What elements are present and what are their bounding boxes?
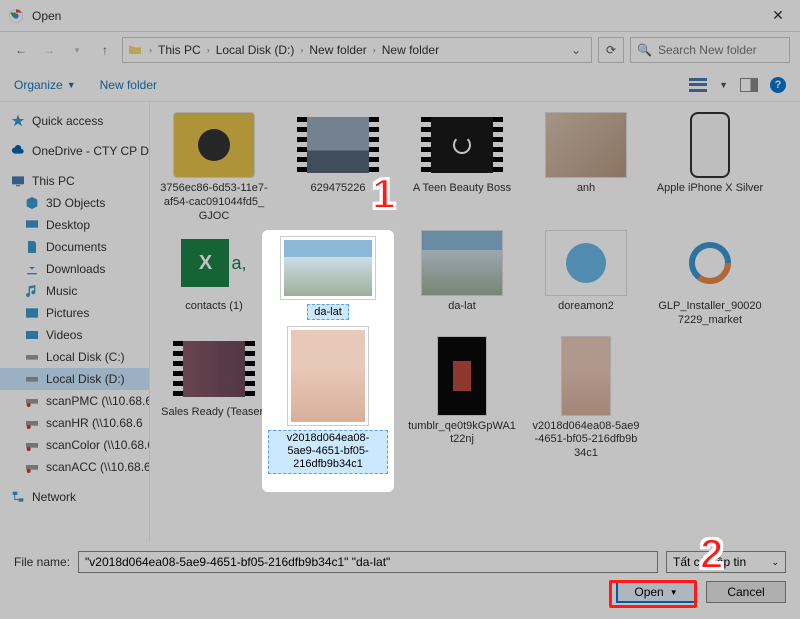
refresh-button[interactable]: ⟳: [598, 37, 624, 63]
file-item[interactable]: v2018d064ea08-5ae9-4651-bf05-216dfb9b34c…: [532, 336, 640, 460]
open-button[interactable]: Open ▼: [616, 581, 696, 603]
sidebar-scanacc[interactable]: scanACC (\\10.68.6: [0, 456, 149, 478]
file-item[interactable]: GLP_Installer_900207229_market: [656, 230, 764, 328]
window-title: Open: [32, 9, 756, 23]
cloud-icon: [10, 143, 26, 159]
star-icon: [10, 113, 26, 129]
netdrive-icon: [24, 415, 40, 431]
sidebar-desktop[interactable]: Desktop: [0, 214, 149, 236]
sidebar-music[interactable]: Music: [0, 280, 149, 302]
sidebar-disk-c[interactable]: Local Disk (C:): [0, 346, 149, 368]
file-item[interactable]: Apple iPhone X Silver: [656, 112, 764, 222]
videos-icon: [24, 327, 40, 343]
netdrive-icon: [24, 459, 40, 475]
breadcrumb-item[interactable]: This PC: [154, 43, 205, 57]
desktop-icon: [24, 217, 40, 233]
callout-2: 2: [700, 530, 723, 578]
callout-1: 1: [372, 170, 395, 218]
breadcrumb-item[interactable]: New folder: [305, 43, 370, 57]
cube-icon: [24, 195, 40, 211]
breadcrumb-item[interactable]: Local Disk (D:): [212, 43, 299, 57]
chrome-icon: [8, 8, 24, 24]
back-button[interactable]: ←: [10, 39, 32, 61]
pictures-icon: [24, 305, 40, 321]
excel-icon: X: [181, 239, 229, 287]
pc-icon: [10, 173, 26, 189]
recent-dropdown[interactable]: ▾: [66, 39, 88, 61]
drive-icon: [24, 371, 40, 387]
search-placeholder: Search New folder: [658, 43, 757, 57]
view-menu[interactable]: [689, 78, 707, 92]
sidebar-scancolor[interactable]: scanColor (\\10.68.6: [0, 434, 149, 456]
sidebar-videos[interactable]: Videos: [0, 324, 149, 346]
sidebar-network[interactable]: Network: [0, 486, 149, 508]
sidebar-documents[interactable]: Documents: [0, 236, 149, 258]
sidebar-scanpmc[interactable]: scanPMC (\\10.68.6: [0, 390, 149, 412]
drive-icon: [24, 349, 40, 365]
sidebar-quick-access[interactable]: Quick access: [0, 110, 149, 132]
sidebar: Quick access OneDrive - CTY CP DI This P…: [0, 102, 150, 542]
up-button[interactable]: ↑: [94, 39, 116, 61]
forward-button[interactable]: →: [38, 39, 60, 61]
sidebar-pictures[interactable]: Pictures: [0, 302, 149, 324]
sidebar-3d-objects[interactable]: 3D Objects: [0, 192, 149, 214]
folder-icon: [127, 42, 143, 58]
doc-icon: [24, 239, 40, 255]
download-icon: [24, 261, 40, 277]
breadcrumb-item[interactable]: New folder: [378, 43, 443, 57]
close-button[interactable]: ✕: [756, 0, 800, 32]
sidebar-disk-d[interactable]: Local Disk (D:): [0, 368, 149, 390]
sidebar-downloads[interactable]: Downloads: [0, 258, 149, 280]
file-list[interactable]: 3756ec86-6d53-11e7-af54-cac091044fd5_GJO…: [150, 102, 800, 542]
sidebar-scanhr[interactable]: scanHR (\\10.68.6: [0, 412, 149, 434]
netdrive-icon: [24, 437, 40, 453]
file-item[interactable]: Sales Ready (Teaser): [160, 336, 268, 460]
music-icon: [24, 283, 40, 299]
network-icon: [10, 489, 26, 505]
selected-file[interactable]: v2018d064ea08-5ae9-4651-bf05-216dfb9b34c…: [268, 326, 388, 474]
bottom-panel: File name: Tất cả Tệp tin⌄ Open ▼ Cancel: [0, 543, 800, 619]
file-item[interactable]: 3756ec86-6d53-11e7-af54-cac091044fd5_GJO…: [160, 112, 268, 222]
titlebar: Open ✕: [0, 0, 800, 32]
search-input[interactable]: 🔍 Search New folder: [630, 37, 790, 63]
file-item[interactable]: tumblr_qe0t9kGpWA1t22nj: [408, 336, 516, 460]
selected-filename: v2018d064ea08-5ae9-4651-bf05-216dfb9b34c…: [268, 430, 388, 474]
sidebar-onedrive[interactable]: OneDrive - CTY CP DI: [0, 140, 149, 162]
navbar: ← → ▾ ↑ › This PC› Local Disk (D:)› New …: [0, 32, 800, 68]
toolbar: Organize ▼ New folder ▼ ?: [0, 68, 800, 102]
file-item[interactable]: da-lat: [408, 230, 516, 328]
search-icon: 🔍: [637, 43, 652, 57]
selected-file[interactable]: da-lat: [268, 236, 388, 320]
file-item[interactable]: anh: [532, 112, 640, 222]
selection-highlight: da-lat v2018d064ea08-5ae9-4651-bf05-216d…: [262, 230, 394, 492]
filename-label: File name:: [14, 555, 70, 569]
file-item[interactable]: A Teen Beauty Boss: [408, 112, 516, 222]
breadcrumb-dropdown[interactable]: ⌄: [565, 43, 587, 57]
file-item[interactable]: doreamon2: [532, 230, 640, 328]
breadcrumb[interactable]: › This PC› Local Disk (D:)› New folder› …: [122, 37, 592, 63]
selected-filename: da-lat: [307, 304, 349, 320]
new-folder-button[interactable]: New folder: [100, 78, 157, 92]
netdrive-icon: [24, 393, 40, 409]
sidebar-this-pc[interactable]: This PC: [0, 170, 149, 192]
help-icon[interactable]: ?: [770, 77, 786, 93]
cancel-button[interactable]: Cancel: [706, 581, 786, 603]
filename-input[interactable]: [78, 551, 658, 573]
filetype-dropdown[interactable]: Tất cả Tệp tin⌄: [666, 551, 786, 573]
organize-menu[interactable]: Organize ▼: [14, 78, 76, 92]
file-item[interactable]: Xa,contacts (1): [160, 230, 268, 328]
preview-toggle[interactable]: [740, 78, 758, 92]
